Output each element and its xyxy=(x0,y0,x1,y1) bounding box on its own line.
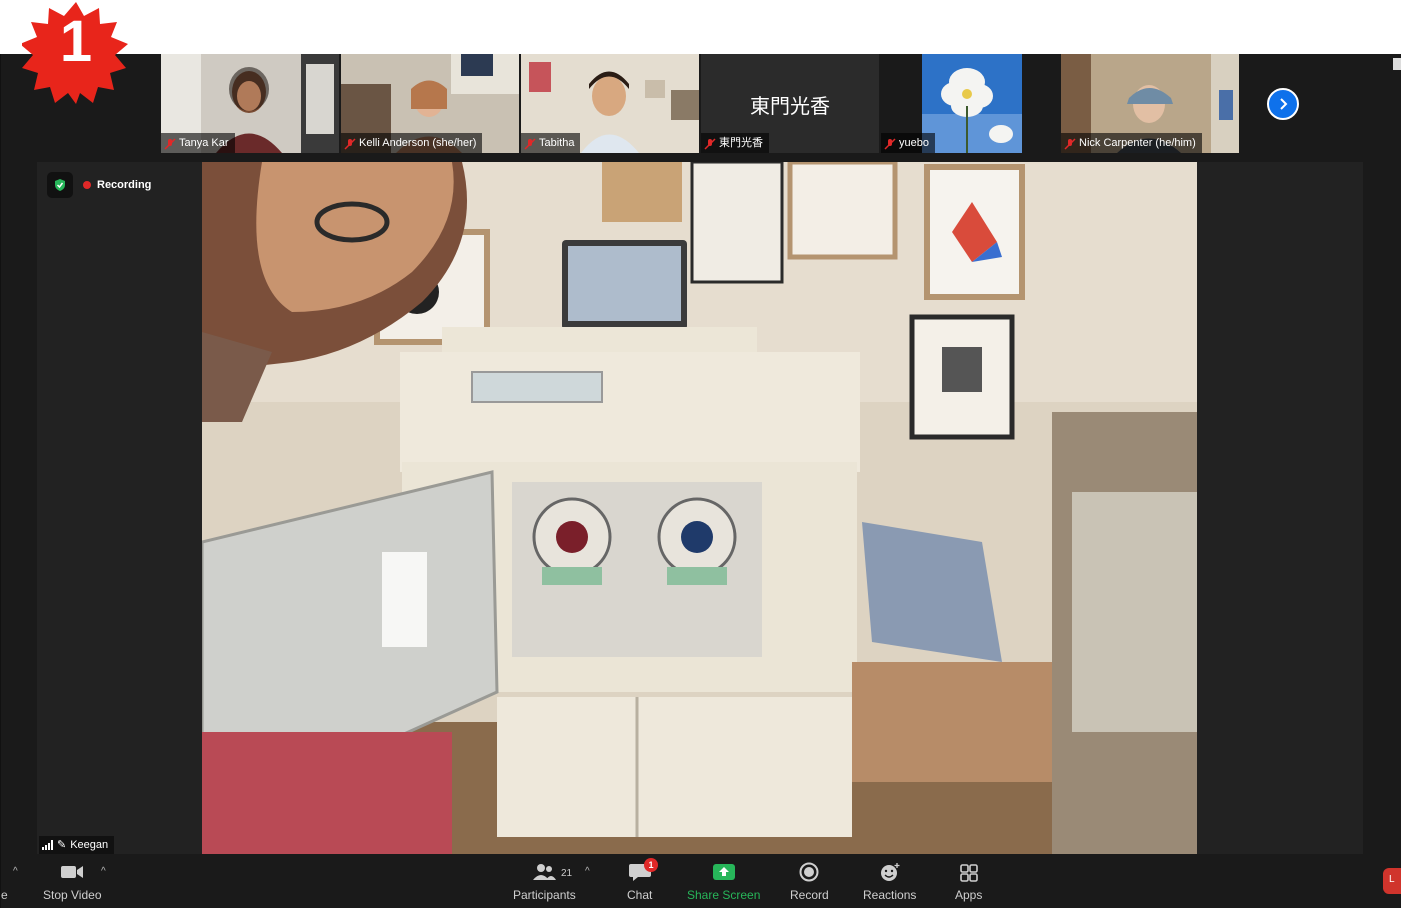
participant-strip: Tanya Kar Kelli Anderson (she/her) Tabit… xyxy=(161,54,1241,153)
main-stage: Recording ✎ Keegan xyxy=(37,162,1363,857)
strip-next-button[interactable] xyxy=(1267,88,1299,120)
audio-options-caret[interactable]: ^ xyxy=(13,866,18,877)
reactions-label: Reactions xyxy=(863,888,917,902)
shield-check-icon xyxy=(55,179,65,191)
participants-label: Participants xyxy=(513,888,576,902)
video-options-caret[interactable]: ^ xyxy=(101,866,106,877)
step-badge: 1 xyxy=(20,2,130,104)
participant-name: Tabitha xyxy=(539,137,575,149)
participant-tile[interactable]: Tanya Kar xyxy=(161,54,339,153)
mic-muted-icon xyxy=(524,137,536,150)
active-speaker-video xyxy=(202,162,1197,857)
participant-display-name: 東門光香 xyxy=(750,94,830,118)
participant-tile[interactable]: Nick Carpenter (he/him) xyxy=(1061,54,1239,153)
participant-tile[interactable]: Kelli Anderson (she/her) xyxy=(341,54,519,153)
apps-icon xyxy=(959,864,978,882)
mic-muted-icon xyxy=(704,137,716,150)
participant-name: 東門光香 xyxy=(719,137,763,149)
mic-muted-icon xyxy=(344,137,356,150)
participants-count: 21 xyxy=(561,868,573,879)
participant-tile[interactable]: 東門光香 東門光香 xyxy=(701,54,879,153)
participant-tile[interactable]: yuebo xyxy=(881,54,1059,153)
recording-indicator[interactable]: Recording xyxy=(47,172,151,198)
view-toggle-icon[interactable] xyxy=(1393,58,1401,70)
share-screen-icon xyxy=(712,864,735,880)
participant-name: yuebo xyxy=(899,137,929,149)
stop-video-button[interactable]: Stop Video xyxy=(43,862,102,902)
pin-icon: ✎ xyxy=(57,839,67,851)
record-icon xyxy=(799,862,819,882)
chevron-right-icon xyxy=(1280,98,1288,110)
participant-name: Nick Carpenter (he/him) xyxy=(1079,137,1196,149)
security-shield[interactable] xyxy=(47,172,73,198)
apps-button[interactable]: Apps xyxy=(955,862,982,902)
meeting-toolbar: e ^ Stop Video ^ Participants 21 ^ Chat … xyxy=(1,854,1401,908)
active-speaker-label: ✎ Keegan xyxy=(39,836,115,854)
participant-name: Tanya Kar xyxy=(179,137,229,149)
signal-bars-icon xyxy=(42,840,53,850)
record-label: Record xyxy=(790,888,829,902)
leave-button[interactable]: L xyxy=(1383,868,1401,894)
reactions-icon xyxy=(880,863,900,881)
participant-tile[interactable]: Tabitha xyxy=(521,54,699,153)
mic-muted-icon xyxy=(884,137,896,150)
chat-label: Chat xyxy=(627,888,653,902)
step-number: 1 xyxy=(59,9,93,74)
audio-button-edge[interactable]: e xyxy=(1,888,8,902)
record-button[interactable]: Record xyxy=(790,862,829,902)
zoom-window: Tanya Kar Kelli Anderson (she/her) Tabit… xyxy=(0,54,1401,908)
share-screen-label: Share Screen xyxy=(687,888,761,902)
participant-name: Kelli Anderson (she/her) xyxy=(359,137,477,149)
speaker-video-frame xyxy=(202,162,1197,857)
mic-muted-icon xyxy=(1064,137,1076,150)
chat-unread-badge: 1 xyxy=(644,858,658,872)
share-screen-button[interactable]: Share Screen xyxy=(687,862,760,902)
reactions-button[interactable]: Reactions xyxy=(863,862,916,902)
apps-label: Apps xyxy=(955,888,983,902)
recording-label: Recording xyxy=(97,179,152,191)
record-dot-icon xyxy=(83,181,91,189)
video-camera-icon xyxy=(61,866,84,878)
stop-video-label: Stop Video xyxy=(43,888,102,902)
participants-options-caret[interactable]: ^ xyxy=(585,866,590,877)
participants-icon xyxy=(533,864,557,880)
mic-muted-icon xyxy=(164,137,176,150)
speaker-name: Keegan xyxy=(70,839,109,851)
